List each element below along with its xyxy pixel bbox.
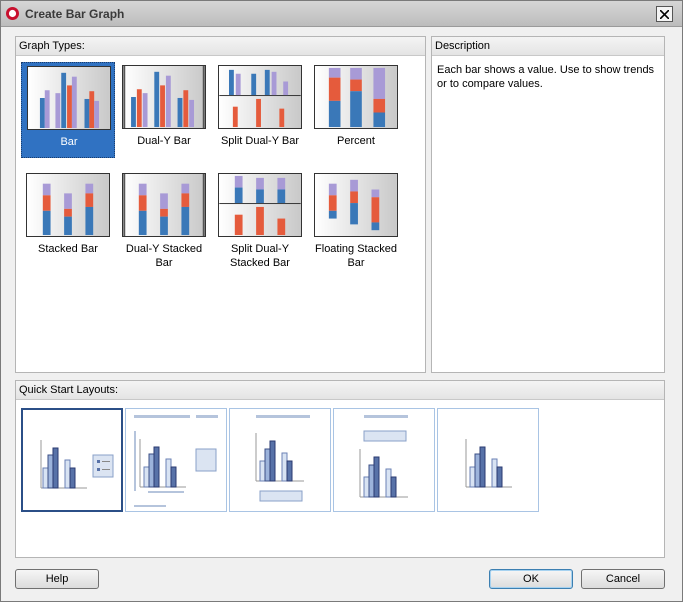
floating-stacked-bar-chart-icon xyxy=(314,173,398,237)
window-title: Create Bar Graph xyxy=(25,7,125,21)
graph-type-label: Stacked Bar xyxy=(38,243,98,255)
quick-start-layout-3[interactable] xyxy=(229,408,331,512)
layout-chart-bottom-legend-icon xyxy=(255,415,310,502)
graph-type-label: Percent xyxy=(337,135,375,147)
percent-bar-chart-icon xyxy=(314,65,398,129)
graph-types-header: Graph Types: xyxy=(16,37,425,56)
dual-y-stacked-bar-chart-icon xyxy=(122,173,206,237)
graph-type-label: Dual-Y Bar xyxy=(137,135,191,147)
quick-start-layout-2[interactable] xyxy=(125,408,227,512)
graph-type-label: Floating Stacked Bar xyxy=(315,243,397,269)
graph-type-label: Split Dual-Y Stacked Bar xyxy=(230,243,290,269)
cancel-button[interactable]: Cancel xyxy=(581,569,665,589)
ok-button[interactable]: OK xyxy=(489,569,573,589)
app-logo-icon xyxy=(6,7,19,20)
graph-type-label: Dual-Y Stacked Bar xyxy=(125,243,203,269)
graph-type-dual-y-bar[interactable]: Dual-Y Bar xyxy=(117,62,211,158)
quick-start-layout-5[interactable] xyxy=(437,408,539,512)
create-bar-graph-dialog: Create Bar Graph Graph Types: Bar Dual-Y… xyxy=(0,0,683,602)
dual-y-bar-chart-icon xyxy=(122,65,206,129)
help-button[interactable]: Help xyxy=(15,569,99,589)
layout-chart-top-legend-icon xyxy=(359,415,408,498)
close-button[interactable] xyxy=(656,6,673,22)
graph-type-percent[interactable]: Percent xyxy=(309,62,403,158)
graph-types-panel: Graph Types: Bar Dual-Y Bar Split Dual-Y… xyxy=(15,36,426,373)
graph-type-dual-y-stacked-bar[interactable]: Dual-Y Stacked Bar xyxy=(117,170,211,269)
graph-type-floating-stacked-bar[interactable]: Floating Stacked Bar xyxy=(309,170,403,269)
bar-chart-icon xyxy=(27,66,111,130)
graph-type-bar[interactable]: Bar xyxy=(21,62,115,158)
layout-chart-with-legend-icon xyxy=(40,440,114,489)
graph-type-split-dual-y-stacked-bar[interactable]: Split Dual-Y Stacked Bar xyxy=(213,170,307,269)
quick-start-layout-4[interactable] xyxy=(333,408,435,512)
stacked-bar-chart-icon xyxy=(26,173,110,237)
split-dual-y-stacked-bar-chart-icon xyxy=(218,173,302,237)
graph-type-split-dual-y-bar[interactable]: Split Dual-Y Bar xyxy=(213,62,307,158)
description-text: Each bar shows a value. Use to show tren… xyxy=(437,64,655,90)
quick-start-panel: Quick Start Layouts: xyxy=(15,380,665,558)
description-header: Description xyxy=(432,37,664,56)
split-dual-y-bar-chart-icon xyxy=(218,65,302,129)
graph-type-label: Split Dual-Y Bar xyxy=(220,135,300,147)
graph-type-label: Bar xyxy=(60,136,78,148)
graph-type-stacked-bar[interactable]: Stacked Bar xyxy=(21,170,115,266)
quick-start-header: Quick Start Layouts: xyxy=(16,381,664,400)
quick-start-layout-1[interactable] xyxy=(21,408,123,512)
layout-title-chart-legend-icon xyxy=(134,415,218,507)
description-panel: Description Each bar shows a value. Use … xyxy=(431,36,665,373)
close-icon xyxy=(660,10,669,19)
layout-chart-only-icon xyxy=(465,439,512,488)
title-bar[interactable]: Create Bar Graph xyxy=(1,1,682,27)
